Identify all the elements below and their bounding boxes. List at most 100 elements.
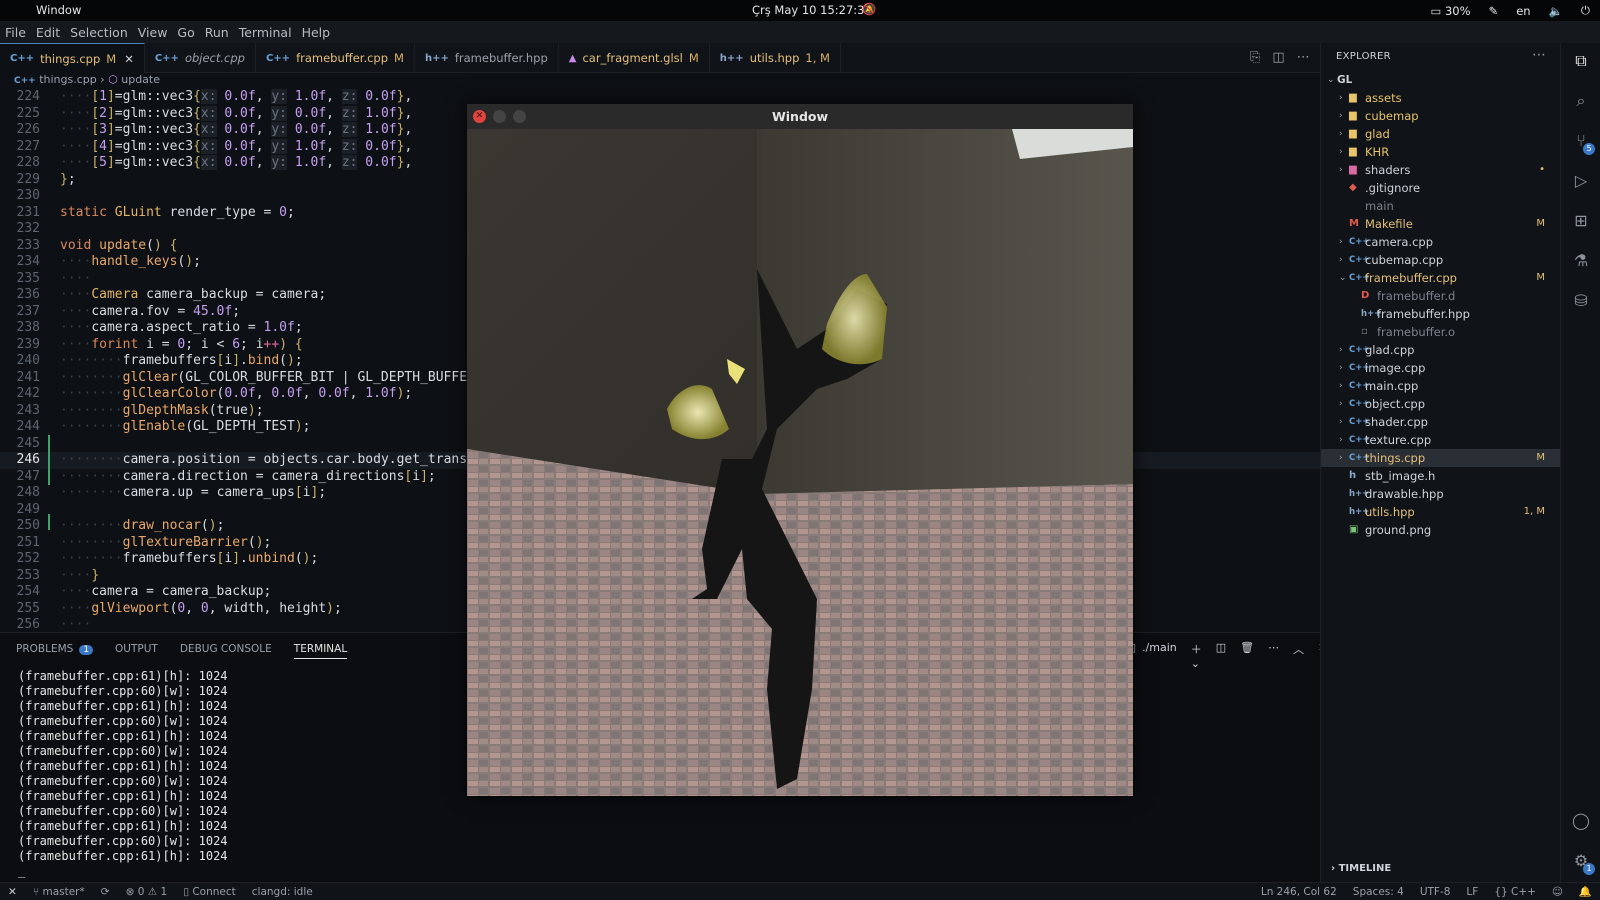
volume-icon[interactable]: 🔈 xyxy=(1549,4,1563,18)
tree-item-texture-cpp[interactable]: › C++ texture.cpp xyxy=(1321,431,1561,449)
maximize-panel-icon[interactable]: ︿ xyxy=(1293,641,1304,670)
menu-selection[interactable]: Selection xyxy=(70,25,128,40)
tree-item-Makefile[interactable]: M Makefile M xyxy=(1321,215,1561,233)
menu-go[interactable]: Go xyxy=(177,25,194,40)
warning-icon: ⚠ xyxy=(147,885,158,898)
connect-button[interactable]: ▯ Connect xyxy=(183,886,236,898)
tree-item-ground-png[interactable]: ▣ ground.png xyxy=(1321,521,1561,539)
code-text: ········framebuffers[i].unbind(); xyxy=(60,551,319,566)
line-number: 248 xyxy=(16,485,40,500)
tree-item-framebuffer-cpp[interactable]: ⌄ C++ framebuffer.cpp M xyxy=(1321,269,1561,287)
tab-car_fragment-glsl[interactable]: ▲ car_fragment.glsl M xyxy=(559,43,710,73)
menu-file[interactable]: File xyxy=(5,25,26,40)
files-icon[interactable]: ⧉ xyxy=(1571,51,1591,71)
panel-tab-terminal[interactable]: TERMINAL xyxy=(293,643,348,659)
feedback-icon[interactable]: ☺ xyxy=(1552,886,1563,898)
more-actions-icon[interactable]: ⋯ xyxy=(1268,641,1279,670)
tree-root[interactable]: ⌄ GL xyxy=(1321,71,1561,89)
clangd-status[interactable]: clangd: idle xyxy=(252,886,313,898)
tree-item-drawable-hpp[interactable]: h++ drawable.hpp xyxy=(1321,485,1561,503)
code-text: ····Camera camera_backup = camera; xyxy=(60,287,327,302)
branch-indicator[interactable]: ⑂ master* xyxy=(33,886,85,898)
tree-item-cubemap-cpp[interactable]: › C++ cubemap.cpp xyxy=(1321,251,1561,269)
run-debug-icon[interactable]: ▷ xyxy=(1571,171,1591,191)
tab-object-cpp[interactable]: C++ object.cpp xyxy=(145,43,256,73)
split-editor-icon[interactable]: ◫ xyxy=(1272,50,1284,65)
tree-item-framebuffer-hpp[interactable]: h++ framebuffer.hpp xyxy=(1321,305,1561,323)
menu-terminal[interactable]: Terminal xyxy=(239,25,292,40)
pen-icon[interactable]: ✎ xyxy=(1489,4,1499,18)
more-actions-icon[interactable]: ⋯ xyxy=(1532,47,1546,63)
indentation[interactable]: Spaces: 4 xyxy=(1353,886,1404,898)
tree-item-glad[interactable]: › ▆ glad xyxy=(1321,125,1561,143)
split-terminal-icon[interactable]: ◫ xyxy=(1216,641,1226,670)
battery-indicator[interactable]: ▭ 30% xyxy=(1430,4,1470,18)
tab-things-cpp[interactable]: C++ things.cpp M ✕ xyxy=(0,43,145,73)
database-icon[interactable]: ⛁ xyxy=(1571,291,1591,311)
tree-item-camera-cpp[interactable]: › C++ camera.cpp xyxy=(1321,233,1561,251)
tree-item-object-cpp[interactable]: › C++ object.cpp xyxy=(1321,395,1561,413)
tree-item-shader-cpp[interactable]: › C++ shader.cpp xyxy=(1321,413,1561,431)
tree-item-KHR[interactable]: › ▆ KHR xyxy=(1321,143,1561,161)
line-endings[interactable]: LF xyxy=(1466,886,1478,898)
close-window-button[interactable]: ✕ xyxy=(473,110,486,123)
power-icon[interactable]: ⏻ xyxy=(1581,3,1590,18)
breadcrumb-symbol[interactable]: update xyxy=(121,73,160,86)
tab-utils-hpp[interactable]: h++ utils.hpp 1, M xyxy=(710,43,841,73)
remote-icon[interactable]: ✕ xyxy=(8,886,17,898)
terminal-name[interactable]: ./main xyxy=(1142,641,1177,670)
extensions-icon[interactable]: ⊞ xyxy=(1571,211,1591,231)
timeline-section[interactable]: › TIMELINE xyxy=(1331,863,1391,874)
account-icon[interactable]: ◯ xyxy=(1571,811,1591,831)
tab-framebuffer-hpp[interactable]: h++ framebuffer.hpp xyxy=(415,43,559,73)
tree-item-main[interactable]: main xyxy=(1321,197,1561,215)
maximize-window-button[interactable] xyxy=(513,110,526,123)
cursor-position[interactable]: Ln 246, Col 62 xyxy=(1261,886,1337,898)
panel-tab-problems[interactable]: PROBLEMS 1 xyxy=(16,643,94,659)
open-changes-icon[interactable]: ⎘ xyxy=(1250,50,1260,65)
tab-framebuffer-cpp[interactable]: C++ framebuffer.cpp M xyxy=(256,43,415,73)
notifications-off-icon[interactable]: 🔕 xyxy=(862,2,876,16)
language-indicator[interactable]: en xyxy=(1516,4,1530,18)
tree-item-stb_image-h[interactable]: h stb_image.h xyxy=(1321,467,1561,485)
panel-tab-debug-console[interactable]: DEBUG CONSOLE xyxy=(180,643,272,659)
more-actions-icon[interactable]: ⋯ xyxy=(1297,50,1310,65)
search-icon[interactable]: ⌕ xyxy=(1571,91,1591,111)
language-mode[interactable]: {} C++ xyxy=(1494,886,1536,898)
tree-item-shaders[interactable]: › ▆ shaders • xyxy=(1321,161,1561,179)
tree-item-glad-cpp[interactable]: › C++ glad.cpp xyxy=(1321,341,1561,359)
terminal-output[interactable]: (framebuffer.cpp:61)[h]: 1024 (framebuffe… xyxy=(18,669,228,879)
tree-item-utils-hpp[interactable]: h++ utils.hpp 1, M xyxy=(1321,503,1561,521)
tree-item-things-cpp[interactable]: › C++ things.cpp M xyxy=(1321,449,1561,467)
testing-icon[interactable]: ⚗ xyxy=(1571,251,1591,271)
bell-icon[interactable]: 🔔 xyxy=(1579,885,1592,898)
panel-tab-output[interactable]: OUTPUT xyxy=(115,643,158,659)
menu-help[interactable]: Help xyxy=(302,25,331,40)
tree-item-framebuffer-o[interactable]: ▫ framebuffer.o xyxy=(1321,323,1561,341)
object-file-icon: ▫ xyxy=(1361,326,1368,337)
encoding[interactable]: UTF-8 xyxy=(1420,886,1451,898)
close-tab-icon[interactable]: ✕ xyxy=(124,52,134,66)
active-app-name[interactable]: Window xyxy=(36,3,81,17)
tree-item-image-cpp[interactable]: › C++ image.cpp xyxy=(1321,359,1561,377)
menu-run[interactable]: Run xyxy=(205,25,229,40)
tree-item-assets[interactable]: › ▆ assets xyxy=(1321,89,1561,107)
panel-tab-label: OUTPUT xyxy=(115,643,158,655)
breadcrumb-file[interactable]: things.cpp xyxy=(39,73,97,86)
render-canvas[interactable] xyxy=(467,129,1133,796)
sync-icon[interactable]: ⟳ xyxy=(101,886,110,898)
menu-edit[interactable]: Edit xyxy=(36,25,60,40)
trash-icon[interactable]: 🗑 xyxy=(1240,641,1254,670)
tree-item--gitignore[interactable]: ◆ .gitignore xyxy=(1321,179,1561,197)
tree-item-framebuffer-d[interactable]: Dframebuffer.d xyxy=(1321,287,1561,305)
new-terminal-icon[interactable]: ＋⌄ xyxy=(1191,641,1202,670)
tree-item-main-cpp[interactable]: › C++ main.cpp xyxy=(1321,377,1561,395)
code-text: ········glTextureBarrier(); xyxy=(60,534,272,550)
tree-item-cubemap[interactable]: › ▆ cubemap xyxy=(1321,107,1561,125)
opengl-window[interactable]: Window ✕ xyxy=(467,104,1133,796)
code-text: ········camera.up = camera_ups[i]; xyxy=(60,485,327,500)
problems-indicator[interactable]: ⊗ 0 ⚠ 1 xyxy=(126,886,168,898)
minimize-window-button[interactable] xyxy=(493,110,506,123)
menu-view[interactable]: View xyxy=(138,25,168,40)
clock[interactable]: Çrş May 10 15:27:34 xyxy=(752,3,872,17)
